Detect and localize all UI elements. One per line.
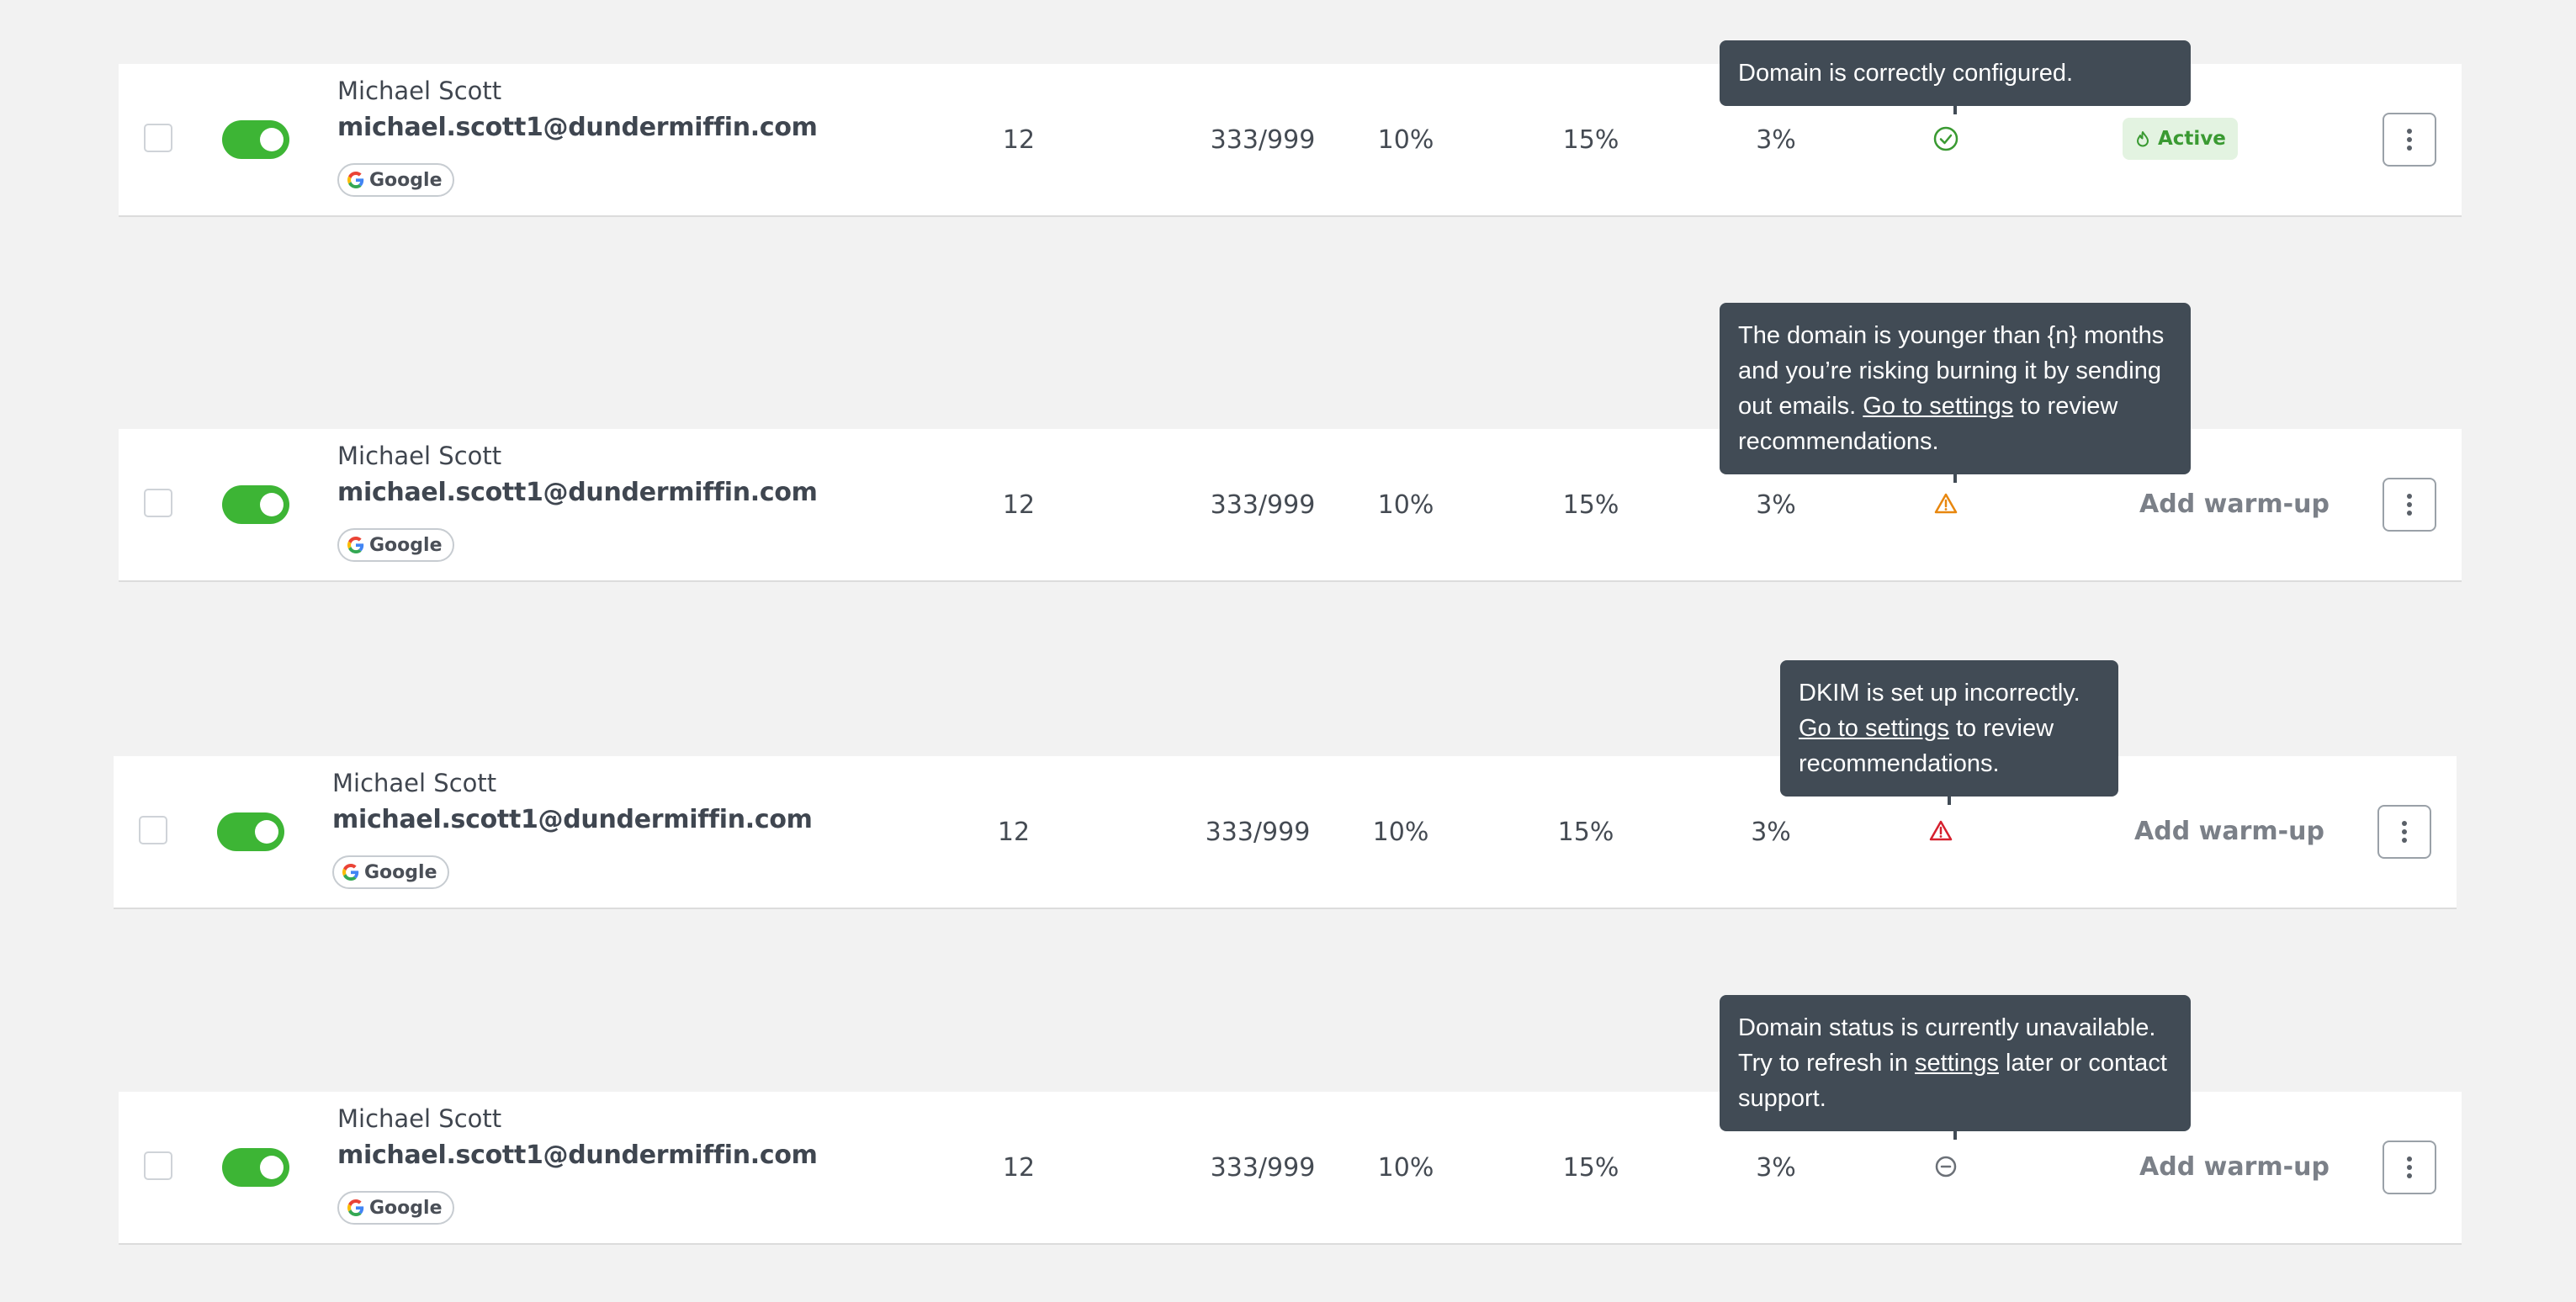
status-badge-label: Active xyxy=(2158,128,2226,150)
percent-2-value: 15% xyxy=(1562,490,1619,520)
more-options-button[interactable] xyxy=(2377,805,2431,859)
google-icon xyxy=(347,537,364,553)
error-triangle-icon[interactable] xyxy=(1927,817,1955,845)
account-name: Michael Scott xyxy=(337,77,502,105)
percent-3-value: 3% xyxy=(1756,125,1796,155)
settings-link[interactable]: settings xyxy=(1915,1050,1999,1077)
provider-badge: Google xyxy=(337,163,454,197)
account-email: michael.scott1@dundermiffin.com xyxy=(337,478,818,507)
kebab-menu-icon xyxy=(2407,129,2412,151)
kebab-menu-icon xyxy=(2407,494,2412,516)
go-to-settings-link[interactable]: Go to settings xyxy=(1799,715,1949,742)
ratio-value: 333/999 xyxy=(1210,125,1316,155)
count-value: 12 xyxy=(1002,490,1036,520)
status-badge: Active xyxy=(2123,118,2238,160)
ratio-value: 333/999 xyxy=(1205,818,1311,847)
percent-2-value: 15% xyxy=(1562,125,1619,155)
percent-1-value: 10% xyxy=(1377,1153,1434,1183)
google-icon xyxy=(347,1199,364,1216)
row-checkbox[interactable] xyxy=(144,124,172,152)
provider-label: Google xyxy=(369,169,443,191)
add-warmup-link[interactable]: Add warm-up xyxy=(2138,1152,2331,1182)
tooltip-text: Domain is correctly configured. xyxy=(1738,60,2074,87)
count-value: 12 xyxy=(1002,125,1036,155)
percent-2-value: 15% xyxy=(1557,818,1614,847)
google-icon xyxy=(342,864,359,881)
account-name: Michael Scott xyxy=(332,769,497,797)
provider-label: Google xyxy=(364,861,437,883)
domain-status-tooltip: The domain is younger than {n} months an… xyxy=(1720,303,2191,483)
go-to-settings-link[interactable]: Go to settings xyxy=(1863,393,2013,420)
row-checkbox[interactable] xyxy=(144,1151,172,1180)
percent-3-value: 3% xyxy=(1756,1153,1796,1183)
account-toggle[interactable] xyxy=(217,812,284,851)
ratio-value: 333/999 xyxy=(1210,490,1316,520)
kebab-menu-icon xyxy=(2402,821,2407,843)
provider-badge: Google xyxy=(332,855,449,889)
domain-status-tooltip: Domain is correctly configured. xyxy=(1720,40,2191,114)
more-options-button[interactable] xyxy=(2383,1141,2436,1194)
more-options-button[interactable] xyxy=(2383,113,2436,167)
google-icon xyxy=(347,172,364,188)
check-circle-icon[interactable] xyxy=(1932,124,1960,153)
row-checkbox[interactable] xyxy=(144,489,172,517)
account-toggle[interactable] xyxy=(222,120,289,159)
account-toggle[interactable] xyxy=(222,485,289,524)
percent-1-value: 10% xyxy=(1377,125,1434,155)
provider-badge: Google xyxy=(337,1191,454,1225)
percent-1-value: 10% xyxy=(1377,490,1434,520)
kebab-menu-icon xyxy=(2407,1156,2412,1178)
account-toggle[interactable] xyxy=(222,1148,289,1187)
provider-label: Google xyxy=(369,1197,443,1219)
domain-status-tooltip: DKIM is set up incorrectly. Go to settin… xyxy=(1780,660,2118,805)
provider-badge: Google xyxy=(337,528,454,562)
account-email: michael.scott1@dundermiffin.com xyxy=(337,1141,818,1170)
percent-3-value: 3% xyxy=(1756,490,1796,520)
percent-2-value: 15% xyxy=(1562,1153,1619,1183)
percent-3-value: 3% xyxy=(1751,818,1791,847)
count-value: 12 xyxy=(1002,1153,1036,1183)
row-checkbox[interactable] xyxy=(139,816,167,844)
account-name: Michael Scott xyxy=(337,442,502,470)
more-options-button[interactable] xyxy=(2383,478,2436,532)
domain-status-tooltip: Domain status is currently unavailable. … xyxy=(1720,995,2191,1140)
warning-triangle-icon[interactable] xyxy=(1932,490,1960,518)
count-value: 12 xyxy=(997,818,1031,847)
unavailable-circle-icon[interactable] xyxy=(1932,1152,1960,1181)
flame-icon xyxy=(2137,131,2149,147)
account-name: Michael Scott xyxy=(337,1104,502,1133)
account-email: michael.scott1@dundermiffin.com xyxy=(332,805,813,834)
account-email: michael.scott1@dundermiffin.com xyxy=(337,113,818,142)
percent-1-value: 10% xyxy=(1372,818,1429,847)
provider-label: Google xyxy=(369,534,443,556)
add-warmup-link[interactable]: Add warm-up xyxy=(2133,817,2326,846)
tooltip-text: DKIM is set up incorrectly. xyxy=(1799,680,2080,707)
add-warmup-link[interactable]: Add warm-up xyxy=(2138,490,2331,519)
ratio-value: 333/999 xyxy=(1210,1153,1316,1183)
